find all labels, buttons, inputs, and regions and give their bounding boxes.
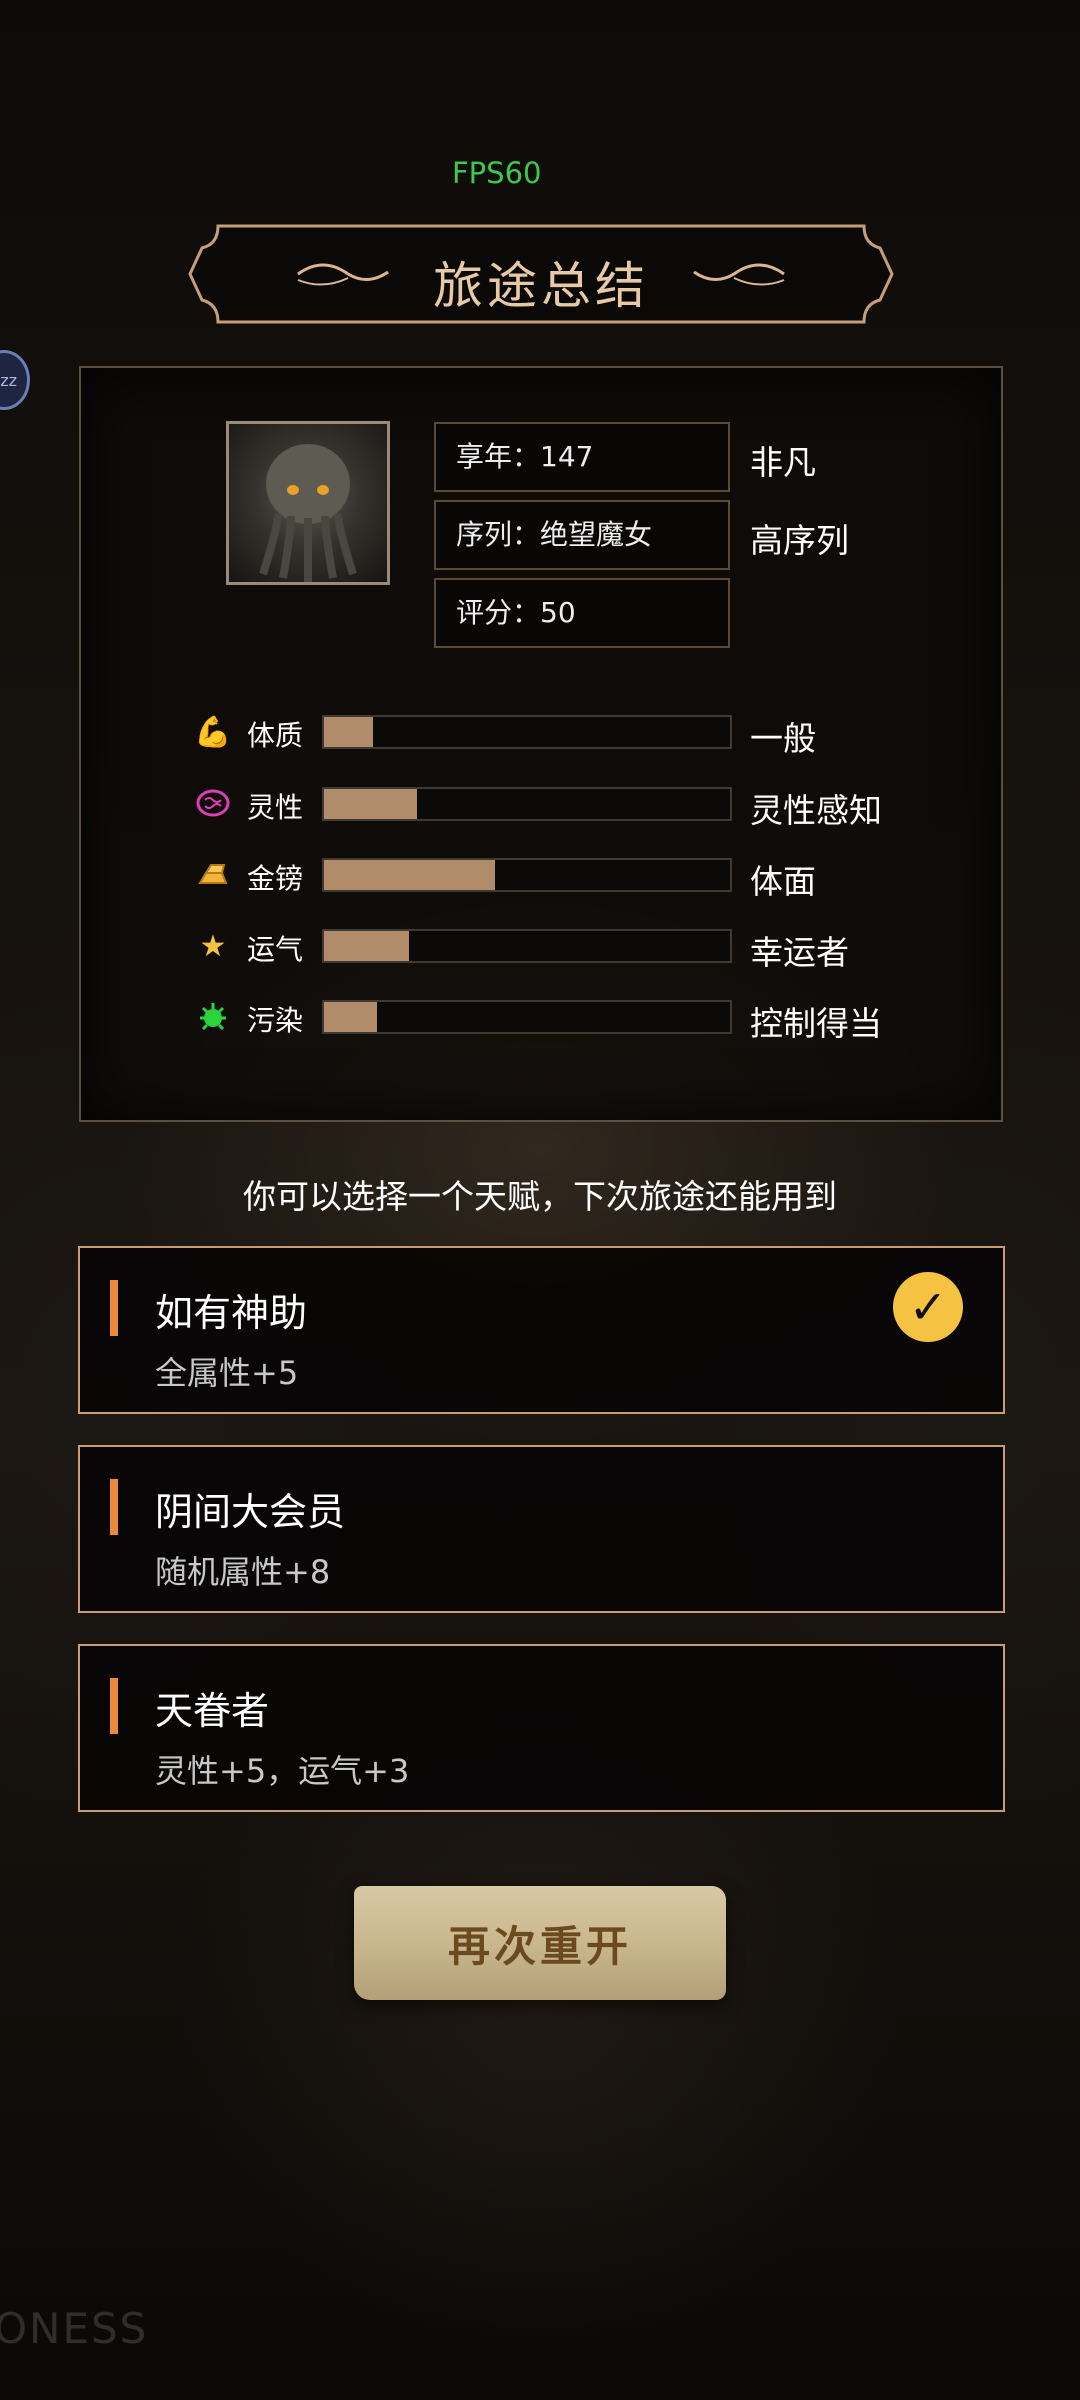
age-tag: 非凡 [750,443,816,482]
virus-icon [196,1000,230,1034]
talent-desc: 随机属性+8 [155,1553,331,1591]
stat-desc: 控制得当 [750,1004,882,1043]
stat-desc: 一般 [750,719,816,758]
stat-desc: 幸运者 [750,933,849,972]
stat-bar-fill [324,717,373,747]
fps-counter: FPS60 [452,156,542,190]
talent-card[interactable]: 天眷者 灵性+5，运气+3 [78,1644,1005,1812]
stat-label: 运气 [247,933,304,966]
side-badge-label: zz [0,370,17,390]
stat-desc: 体面 [750,862,816,901]
sequence-box: 序列：绝望魔女 [434,500,730,570]
talent-name: 阴间大会员 [155,1490,346,1534]
stat-label: 污染 [247,1004,304,1037]
muscle-icon: 💪 [194,714,232,750]
brain-icon [196,786,230,820]
card-accent [110,1479,118,1535]
stat-bar [322,787,732,821]
stat-label: 金镑 [247,862,304,895]
stat-label: 灵性 [247,791,304,824]
stat-desc: 灵性感知 [750,791,882,830]
score-box: 评分：50 [434,578,730,648]
star-icon: ★ [199,928,227,964]
floating-assist-button[interactable]: zz [0,350,30,410]
stat-bar-fill [324,1002,377,1032]
stat-bar-fill [324,931,410,961]
stat-bar-fill [324,789,418,819]
card-accent [110,1678,118,1734]
talent-desc: 全属性+5 [155,1354,299,1392]
stat-bar-fill [324,860,495,890]
stat-bar [322,715,732,749]
cthulhu-portrait-icon [259,444,357,582]
stat-bar [322,858,732,892]
talent-hint: 你可以选择一个天赋，下次旅途还能用到 [243,1177,837,1216]
talent-card[interactable]: 阴间大会员 随机属性+8 [78,1445,1005,1613]
watermark: ONESS [0,2304,149,2353]
card-accent [110,1280,118,1336]
gold-bars-icon [196,858,230,892]
talent-name: 如有神助 [155,1291,308,1335]
talent-card[interactable]: 如有神助 全属性+5 ✓ [78,1246,1005,1414]
talent-desc: 灵性+5，运气+3 [155,1752,410,1790]
sequence-tag: 高序列 [750,521,849,560]
character-avatar [226,421,390,585]
title-banner: 旅途总结 [188,224,894,324]
stat-label: 体质 [247,719,304,752]
page-title: 旅途总结 [433,257,649,315]
checkmark-icon: ✓ [893,1272,963,1342]
stat-bar [322,1000,732,1034]
stat-bar [322,929,732,963]
talent-name: 天眷者 [155,1689,270,1733]
restart-button[interactable]: 再次重开 [354,1886,726,2000]
age-box: 享年：147 [434,422,730,492]
